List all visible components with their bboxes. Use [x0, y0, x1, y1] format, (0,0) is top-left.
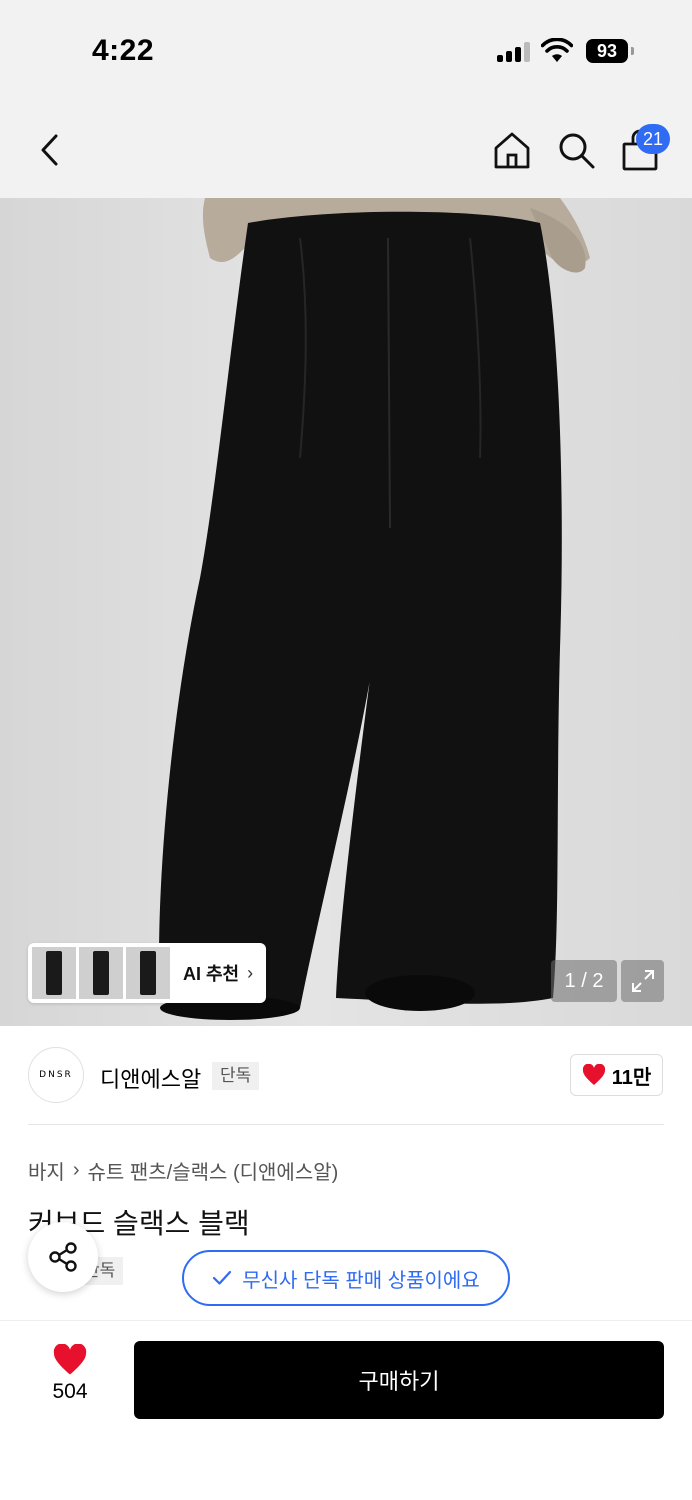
wishlist-button[interactable]: 504 — [36, 1344, 104, 1416]
exclusive-notice-pill[interactable]: 무신사 단독 판매 상품이에요 — [182, 1250, 510, 1306]
brand-like-button[interactable]: 11만 — [570, 1054, 663, 1096]
brand-logo[interactable]: DNSR — [28, 1047, 84, 1103]
ai-recommendation-label: AI 추천 — [183, 964, 240, 984]
exclusive-notice-text: 무신사 단독 판매 상품이에요 — [242, 1269, 480, 1292]
image-page-counter: 1 / 2 — [551, 960, 617, 1002]
share-icon — [49, 1242, 77, 1272]
brand-name-link[interactable]: 디앤에스알 — [100, 1062, 201, 1094]
home-button[interactable] — [490, 128, 534, 172]
brand-exclusive-badge: 단독 — [212, 1062, 260, 1090]
wifi-icon — [541, 38, 573, 62]
back-button[interactable] — [28, 128, 72, 172]
back-arrow-icon — [41, 134, 58, 166]
heart-icon — [53, 1344, 87, 1375]
expand-image-button[interactable] — [621, 960, 664, 1002]
home-icon — [494, 132, 530, 169]
cellular-signal-icon — [497, 42, 531, 62]
recommendation-thumbnail[interactable] — [32, 947, 76, 999]
checkmark-icon — [213, 1270, 232, 1285]
battery-indicator: 93 — [586, 39, 628, 63]
search-icon — [559, 133, 595, 169]
section-divider — [28, 1124, 664, 1125]
brand-logo-text: DNSR — [39, 1070, 73, 1080]
battery-tip — [631, 47, 634, 55]
expand-icon — [631, 970, 654, 992]
product-image[interactable] — [0, 198, 692, 1026]
breadcrumb-category[interactable]: 바지 — [28, 1156, 65, 1185]
chevron-right-icon: › — [72, 1159, 80, 1181]
heart-icon — [582, 1064, 605, 1085]
buy-button[interactable]: 구매하기 — [134, 1341, 664, 1419]
product-photo-illustration — [159, 198, 590, 1020]
search-button[interactable] — [554, 128, 598, 172]
breadcrumb-subcategory[interactable]: 슈트 팬츠/슬랙스 (디앤에스알) — [87, 1156, 338, 1185]
status-time: 4:22 — [92, 34, 155, 67]
wishlist-count: 504 — [52, 1380, 88, 1403]
ai-recommendation-strip[interactable]: AI 추천 › — [28, 943, 266, 1003]
cart-count-badge: 21 — [636, 124, 670, 154]
brand-like-count: 11만 — [611, 1066, 652, 1089]
recommendation-thumbnail[interactable] — [79, 947, 123, 999]
chevron-right-icon: › — [247, 962, 254, 983]
breadcrumb: 바지 › 슈트 팬츠/슬랙스 (디앤에스알) — [28, 1156, 338, 1185]
share-button[interactable] — [28, 1222, 98, 1292]
top-nav-bar — [0, 100, 692, 198]
recommendation-thumbnail[interactable] — [126, 947, 170, 999]
status-bar: 4:22 93 — [0, 0, 692, 100]
